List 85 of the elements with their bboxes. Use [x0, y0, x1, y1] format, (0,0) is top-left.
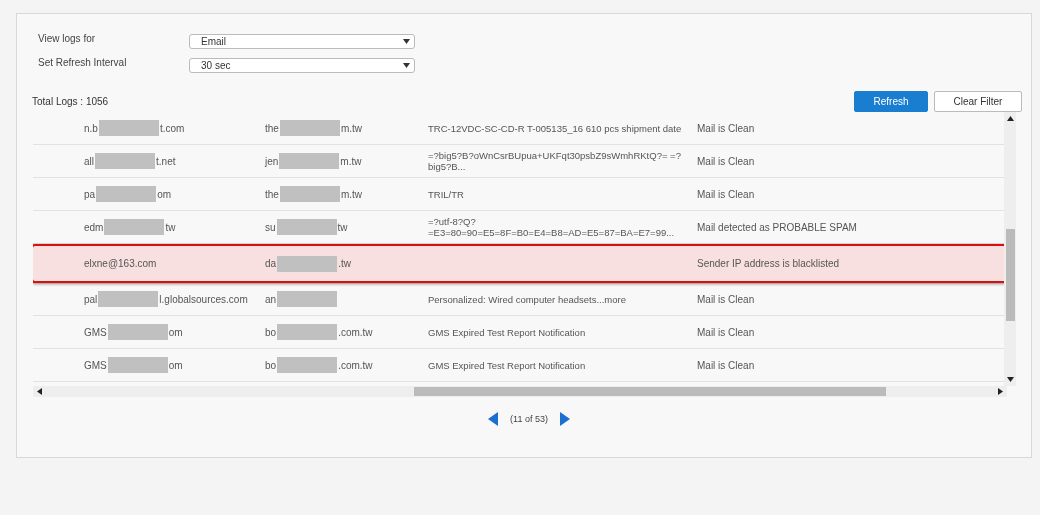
redaction-block [277, 291, 338, 307]
status-text: Mail detected as PROBABLE SPAM [697, 221, 857, 233]
email-text: l.globalsources.com [159, 293, 248, 305]
selected-row[interactable]: elxne@163.com da .tw Sender IP address is blacklisted [33, 244, 1005, 283]
status-text: Mail is Clean [697, 293, 755, 305]
email-text: n.b [84, 122, 98, 134]
redaction-block [276, 219, 337, 235]
email-text: the [265, 188, 279, 200]
email-text: t.com [159, 122, 185, 134]
email-text: elxne@163.com [84, 258, 157, 269]
table-row[interactable]: n.b t.com the m.tw TRC-12VDC-SC-CD-R T-005135_16 610 pcs shipment date Mail is Clean [33, 112, 1005, 145]
email-text: om [168, 326, 183, 338]
email-text: bo [265, 359, 277, 371]
filter-label: View logs for [38, 33, 97, 44]
email-text: GMS [84, 359, 107, 371]
status-text: Mail is Clean [697, 188, 755, 200]
previous-page-icon[interactable] [488, 412, 499, 426]
status-text: Mail is Clean [697, 155, 755, 167]
redaction-block [277, 357, 338, 373]
email-text: the [265, 122, 279, 134]
subject-text: Personalized: Wired computer headsets...more [428, 293, 626, 305]
redaction-block [279, 153, 340, 169]
email-text: pa [84, 188, 96, 200]
email-text: su [265, 221, 276, 233]
scroll-right-icon[interactable] [998, 388, 1003, 395]
redaction-block [277, 324, 338, 340]
scroll-down-icon[interactable] [1006, 377, 1014, 382]
status-text: Mail is Clean [697, 122, 755, 134]
subject-text: TRIL/TR [428, 188, 464, 200]
email-text: .com.tw [338, 326, 373, 338]
table-row[interactable]: pal l.globalsources.com an Personalized: Wired computer headsets...more Mail is Clean [33, 283, 1005, 316]
redaction-block [98, 120, 159, 136]
redaction-block [104, 219, 165, 235]
email-text: m.tw [340, 155, 362, 167]
email-text: da [265, 258, 277, 269]
email-text: tw [337, 221, 348, 233]
redaction-block [96, 186, 157, 202]
dropdown[interactable]: 30 sec [189, 58, 415, 73]
email-text: GMS [84, 326, 107, 338]
table-row[interactable]: all t.net jen m.tw =?big5?B?oWnCsrBUpua+UKFqt30psbZ9sWmhRKtQ?= =?big5?B... Mail is Clean [33, 145, 1005, 178]
email-text: bo [265, 326, 277, 338]
scroll-up-icon[interactable] [1006, 116, 1014, 121]
scroll-left-icon[interactable] [37, 388, 42, 395]
redaction-block [277, 255, 338, 272]
redaction-block [98, 291, 159, 307]
table-row[interactable]: GMS om bo .com.tw GMS Expired Test Report Notification Mail is Clean [33, 316, 1005, 349]
email-text: t.net [156, 155, 176, 167]
subject-text: =?utf-8?Q? =E3=80=90=E5=8F=B0=E4=B8=AD=E5=87=BA=E7=99... [428, 216, 676, 238]
email-text: m.tw [340, 188, 362, 200]
refresh-button[interactable]: Refresh [854, 90, 928, 112]
caret-icon [403, 39, 410, 44]
page-indicator: (11 of 53) [510, 414, 548, 424]
table-row[interactable]: pa om the m.tw TRIL/TR Mail is Clean [33, 178, 1005, 211]
redaction-block [279, 186, 340, 202]
status-text: Mail is Clean [697, 326, 755, 338]
email-text: om [168, 359, 183, 371]
status-text: Sender IP address is blacklisted [697, 258, 840, 269]
email-text: edm [84, 221, 104, 233]
email-text: .tw [338, 258, 351, 269]
email-text: tw [165, 221, 176, 233]
clear-filter-button[interactable]: Clear Filter [934, 90, 1022, 112]
redaction-block [95, 153, 155, 169]
redaction-block [107, 357, 168, 373]
email-text: jen [265, 155, 279, 167]
email-text: .com.tw [338, 359, 373, 371]
email-text: om [157, 188, 172, 200]
table-row[interactable]: GMS om bo .com.tw GMS Expired Test Report Notification Mail is Clean [33, 349, 1005, 382]
redaction-block [279, 120, 340, 136]
subject-text: TRC-12VDC-SC-CD-R T-005135_16 610 pcs shipment date [428, 122, 682, 134]
email-text: m.tw [340, 122, 362, 134]
email-text: pal [84, 293, 98, 305]
horizontal-scrollbar[interactable] [33, 386, 1007, 397]
email-text: all [84, 155, 94, 167]
vertical-scrollbar[interactable] [1004, 112, 1016, 386]
subject-text: GMS Expired Test Report Notification [428, 326, 586, 338]
subject-text: =?big5?B?oWnCsrBUpua+UKFqt30psbZ9sWmhRKtQ?= =?big5?B... [428, 150, 682, 172]
dropdown[interactable]: Email [189, 34, 415, 49]
status-text: Mail is Clean [697, 359, 755, 371]
redaction-block [107, 324, 168, 340]
caret-icon [403, 63, 410, 68]
total-logs: Total Logs : 1056 [32, 95, 109, 107]
email-text: an [265, 293, 277, 305]
subject-text: GMS Expired Test Report Notification [428, 359, 586, 371]
filter-label: Set Refresh Interval [38, 57, 128, 68]
next-page-icon[interactable] [559, 412, 570, 426]
